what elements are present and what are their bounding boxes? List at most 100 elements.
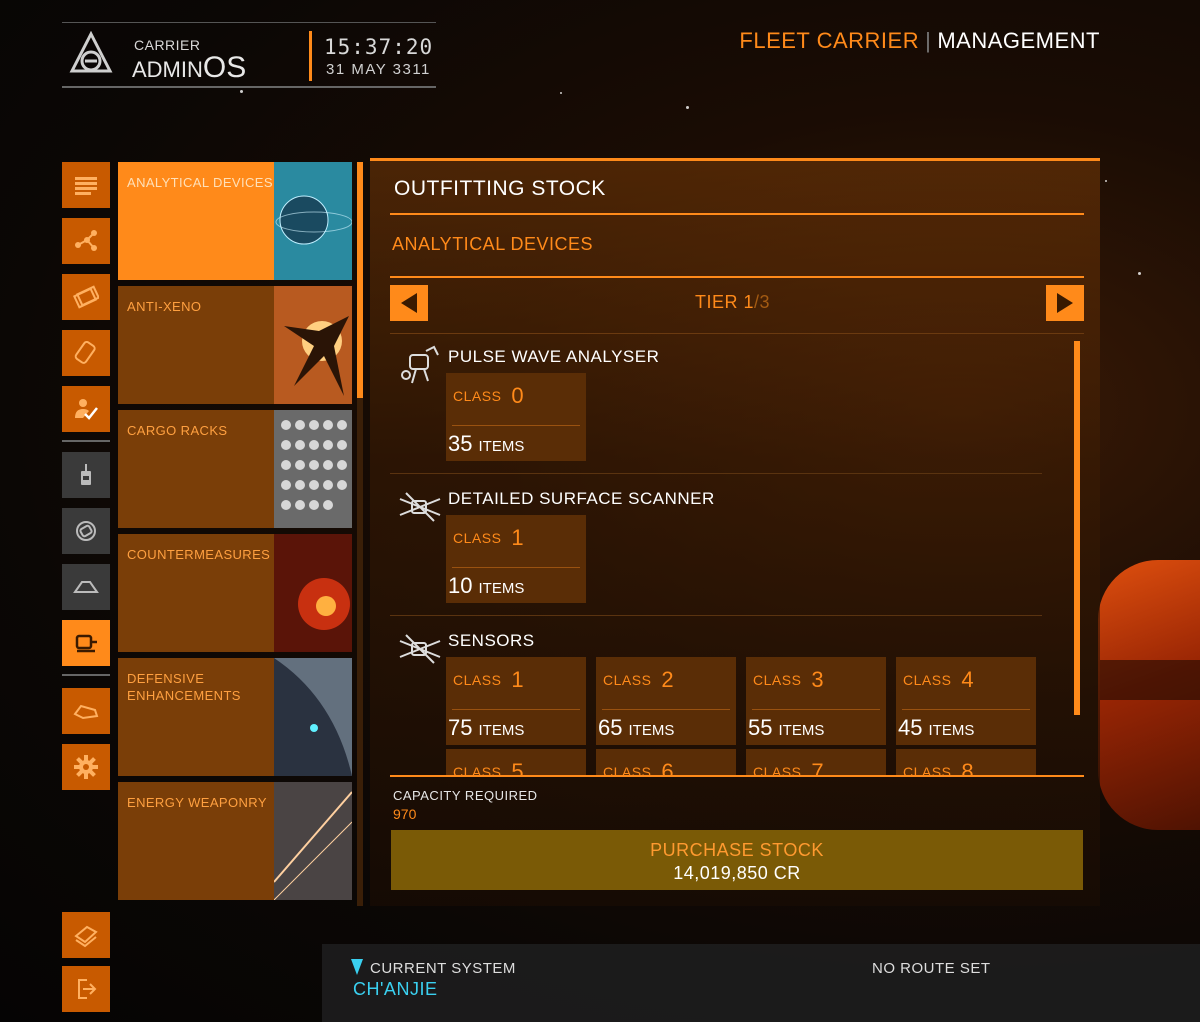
finance-icon [73,285,99,309]
class-stock-box[interactable]: CLASS 5 [446,749,586,777]
items-text: ITEMS [628,722,675,739]
purchase-label: PURCHASE STOCK [650,840,824,860]
class-text: CLASS [453,530,502,546]
category-defensive-enhancements[interactable]: DEFENSIVE ENHANCEMENTS [118,658,352,776]
class-stock-box[interactable]: CLASS 7 [746,749,886,777]
items-text: ITEMS [928,722,975,739]
category-label: ANALYTICAL DEVICES [127,175,273,190]
items-text: ITEMS [478,438,525,455]
items-text: ITEMS [778,722,825,739]
arrow-left-icon [401,293,417,313]
title-fleet-carrier: FLEET CARRIER [739,28,920,53]
sidebar-route-button[interactable] [62,218,110,264]
category-anti-xeno[interactable]: ANTI-XENO [118,286,352,404]
item-rule [390,615,1042,616]
class-text: CLASS [453,672,502,688]
class-rule [602,709,730,710]
tier-rule [390,333,1084,334]
title-rule [390,213,1084,215]
category-energy-weaponry[interactable]: ENERGY WEAPONRY [118,782,352,900]
sidebar-outfitting-button[interactable] [62,620,110,666]
category-countermeasures[interactable]: COUNTERMEASURES [118,534,352,652]
sidebar-exit-button[interactable] [62,966,110,1012]
title-separator: | [925,28,932,53]
pulse-wave-icon [401,345,439,384]
purchase-stock-button[interactable]: PURCHASE STOCK 14,019,850 CR [391,830,1083,890]
class-text: CLASS [903,672,952,688]
quantity-number: 10 [448,573,473,598]
stock-list-scrollbar-thumb[interactable] [1074,341,1080,715]
item-quantity: 10 ITEMS [448,573,524,599]
sidebar-shipyard-button[interactable] [62,688,110,734]
category-scrollbar-thumb[interactable] [357,162,363,398]
header-logo-block: CARRIER ADMINOS 15:37:20 31 MAY 3311 [62,22,436,88]
docking-icon [73,581,99,593]
item-quantity: 75 ITEMS [448,715,524,741]
quantity-number: 75 [448,715,473,740]
class-rule [902,709,1030,710]
date: 31 MAY 3311 [326,61,431,78]
category-cargo-racks[interactable]: CARGO RACKS [118,410,352,528]
star [240,90,243,93]
shipyard-icon [73,704,99,720]
sidebar-finance-button[interactable] [62,274,110,320]
star [686,106,689,109]
sidebar-settings-button[interactable] [62,744,110,790]
star [1138,272,1141,275]
sidebar-docking-button[interactable] [62,564,110,610]
quantity-number: 35 [448,431,473,456]
class-stock-box[interactable]: CLASS 1 10 ITEMS [446,515,586,603]
class-stock-box[interactable]: CLASS 8 [896,749,1036,777]
list-bottom-rule [390,775,1084,777]
quantity-number: 65 [598,715,623,740]
class-label: CLASS 2 [603,667,674,693]
adminos-label: ADMINOS [132,51,246,85]
exit-icon [78,979,97,999]
status-bar: CURRENT SYSTEM CH'ANJIE NO ROUTE SET [322,944,1200,1022]
class-rule [752,709,880,710]
class-stock-box[interactable]: CLASS 0 35 ITEMS [446,373,586,461]
class-stock-box[interactable]: CLASS 1 75 ITEMS [446,657,586,745]
class-number: 1 [511,525,525,550]
class-stock-box[interactable]: CLASS 2 65 ITEMS [596,657,736,745]
class-text: CLASS [753,672,802,688]
tier-prev-button[interactable] [390,285,428,321]
admin-text: ADMIN [132,57,203,82]
time-divider [309,31,312,81]
sidebar-crew-button[interactable] [62,386,110,432]
star [1105,180,1107,182]
outfitting-stock-panel: OUTFITTING STOCK ANALYTICAL DEVICES TIER… [370,158,1100,906]
tier-next-button[interactable] [1046,285,1084,321]
class-stock-box[interactable]: CLASS 4 45 ITEMS [896,657,1036,745]
star [560,92,562,94]
gear-icon [74,755,98,779]
sidebar-tritium-button[interactable] [62,508,110,554]
item-name: DETAILED SURFACE SCANNER [448,489,715,508]
tier-total: /3 [754,292,771,312]
countermeasures-thumbnail [274,534,352,652]
purchase-price: 14,019,850 CR [673,863,801,883]
class-label: CLASS 1 [453,525,524,551]
sidebar-bar-button[interactable] [62,452,110,498]
sidebar-list-button[interactable] [62,162,110,208]
scanner-icon [399,492,441,522]
current-system-name[interactable]: CH'ANJIE [353,979,437,1000]
sidebar-codex-button[interactable] [62,912,110,958]
sidebar-divider [62,674,110,676]
quantity-number: 55 [748,715,773,740]
title-management: MANAGEMENT [937,28,1100,53]
category-analytical-devices[interactable]: ANALYTICAL DEVICES [118,162,352,280]
class-stock-box[interactable]: CLASS 3 55 ITEMS [746,657,886,745]
current-system-label: CURRENT SYSTEM [370,960,516,977]
class-label: CLASS 4 [903,667,974,693]
capacity-value: 970 [393,806,417,822]
anti-xeno-thumbnail [274,286,352,404]
item-quantity: 45 ITEMS [898,715,974,741]
class-rule [452,709,580,710]
class-stock-box[interactable]: CLASS 6 [596,749,736,777]
route-status: NO ROUTE SET [872,960,991,977]
items-text: ITEMS [478,580,525,597]
class-number: 1 [511,667,525,692]
class-number: 0 [511,383,525,408]
sidebar-tag-button[interactable] [62,330,110,376]
